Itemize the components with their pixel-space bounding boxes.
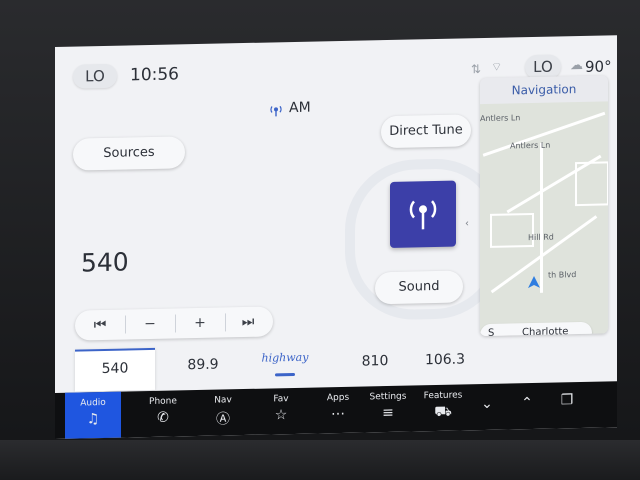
audio-source-title: AM [289,99,311,117]
left-climate-button[interactable]: LO [73,63,117,89]
nav-phone[interactable]: Phone ✆ [135,390,191,437]
map-view[interactable]: Antlers Ln Antlers Ln Hill Rd th Blvd S … [480,101,608,337]
map-label-street: Antlers Ln [480,113,521,124]
map-road [540,142,543,293]
map-label-street: Hill Rd [528,232,554,243]
layout-button[interactable]: ❐ [547,382,587,429]
compass-icon: Ⓐ [216,411,230,428]
tune-up-button[interactable]: + [175,307,225,338]
music-note-icon: ♫ [86,411,100,428]
window-icon: ❐ [560,392,574,409]
data-transfer-icon: ⇅ [471,62,482,77]
highway-logo-text: highway [262,351,310,365]
nav-features[interactable]: Features ⛟ [415,384,471,431]
nav-settings[interactable]: Settings ≡ [360,385,416,432]
weather-icon: ☁ [570,57,583,74]
map-block [490,212,534,248]
minus-icon: − [144,315,156,333]
nav-audio[interactable]: Audio ♫ [65,391,121,439]
nav-features-label: Features [423,390,463,402]
navigation-card[interactable]: Navigation Antlers Ln Antlers Ln Hill Rd… [480,75,608,337]
preset-3[interactable]: highway [245,344,325,382]
sources-button-label: Sources [103,144,155,161]
station-frequency: 540 [81,247,129,278]
seek-forward-button[interactable]: ⏭ [223,306,273,337]
nav-nav[interactable]: Nav Ⓐ [195,389,251,436]
star-icon: ☆ [274,407,288,424]
chevron-up-icon: ⌃ [521,394,533,412]
sound-button[interactable]: Sound [375,270,463,305]
preset-4-label: 810 [361,353,389,370]
sliders-icon: ≡ [382,404,394,422]
nav-audio-label: Audio [80,397,106,409]
bezel-bottom [0,440,640,480]
vehicle-position-icon [528,273,540,292]
direct-tune-label: Direct Tune [389,122,463,139]
preset-1[interactable]: 540 [75,347,155,392]
tuning-controls: ⏮ − + ⏭ [75,306,273,341]
preset-2[interactable]: 89.9 [163,346,243,388]
preset-4[interactable]: 810 [335,342,415,384]
nav-nav-label: Nav [214,395,232,406]
preset-5-label: 106.3 [424,351,466,369]
right-climate-button[interactable]: LO [525,54,561,80]
radio-antenna-icon [269,102,283,121]
nav-apps[interactable]: Apps ⋯ [310,386,366,433]
seek-forward-icon: ⏭ [241,313,255,331]
left-climate-label: LO [85,66,105,86]
navigation-title: Navigation [511,82,577,98]
sources-button[interactable]: Sources [73,136,185,171]
nav-fav-label: Fav [273,394,289,405]
preset-1-label: 540 [101,360,129,378]
map-label-street: th Blvd [548,270,577,280]
search-prefix: S [488,327,495,337]
vehicle-icon: ⛟ [434,403,452,421]
search-value: Charlotte [522,326,569,337]
phone-icon: ✆ [157,409,169,426]
nav-apps-label: Apps [326,392,350,404]
wifi-icon: ⌔ [491,59,503,74]
nav-phone-label: Phone [149,396,177,408]
nav-settings-label: Settings [369,391,407,403]
direct-tune-button[interactable]: Direct Tune [381,114,471,149]
apps-grid-icon: ⋯ [331,405,345,423]
infotainment-screen: LO 10:56 ⇅ ⌔ LO ☁ 90° AM Sources Direct … [55,35,617,439]
collapse-down-button[interactable]: ⌄ [467,384,507,431]
plus-icon: + [194,314,206,332]
chevron-down-icon: ⌄ [481,395,493,413]
preset-5[interactable]: 106.3 [405,341,485,383]
nav-fav[interactable]: Fav ☆ [253,388,309,435]
expand-up-button[interactable]: ⌃ [507,383,547,430]
station-art-tile [390,180,456,248]
seek-back-icon: ⏮ [93,316,107,334]
map-label-street: Antlers Ln [510,140,551,151]
preset-bar: 540 89.9 highway 810 106.3 [75,341,473,392]
right-climate-label: LO [533,57,553,76]
map-block [575,161,608,207]
tune-down-button[interactable]: − [125,308,175,339]
outside-temperature: 90° [585,57,612,76]
clock: 10:56 [130,64,179,86]
sound-button-label: Sound [398,278,440,295]
preset-2-label: 89.9 [187,356,219,374]
highway-logo: highway [262,351,310,377]
collapse-panel-icon[interactable]: ‹ [465,218,469,229]
destination-search[interactable]: S Charlotte [480,321,592,337]
broadcast-icon [409,200,437,230]
seek-back-button[interactable]: ⏮ [75,310,125,341]
